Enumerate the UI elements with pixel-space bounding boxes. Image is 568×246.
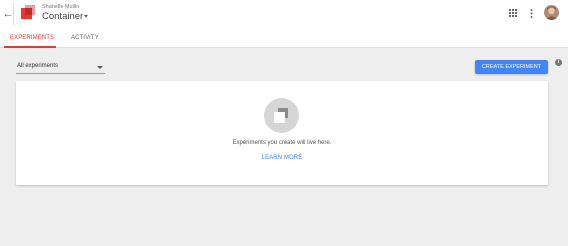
info-icon[interactable]: i: [555, 59, 562, 66]
chevron-down-icon[interactable]: [84, 15, 88, 18]
user-avatar[interactable]: [544, 5, 559, 20]
filter-selected-value: All experiments: [17, 63, 59, 69]
more-vert-icon[interactable]: [530, 9, 533, 18]
tab-experiments[interactable]: EXPERIMENTS: [10, 35, 54, 41]
apps-grid-icon[interactable]: [509, 9, 517, 17]
create-experiment-button[interactable]: CREATE EXPERIMENT: [475, 60, 548, 74]
optimize-logo-icon: [21, 5, 35, 19]
tab-activity[interactable]: ACTIVITY: [71, 35, 99, 41]
active-tab-indicator: [4, 46, 56, 48]
tab-bar: EXPERIMENTS ACTIVITY: [0, 28, 568, 48]
placeholder-front-square: [274, 112, 285, 123]
dropdown-arrow-icon: [97, 66, 103, 69]
empty-state-card: Experiments you create will live here. L…: [16, 81, 548, 185]
header-divider: [13, 3, 14, 25]
app-header: ← Shanelle Mullin Container: [0, 0, 568, 28]
learn-more-link[interactable]: LEARN MORE: [16, 155, 548, 161]
empty-state-message: Experiments you create will live here.: [232, 140, 332, 146]
account-name: Shanelle Mullin: [42, 4, 80, 10]
experiment-filter-dropdown[interactable]: All experiments: [16, 61, 105, 74]
experiment-placeholder-icon: [264, 98, 299, 133]
container-selector[interactable]: Container: [42, 11, 83, 22]
